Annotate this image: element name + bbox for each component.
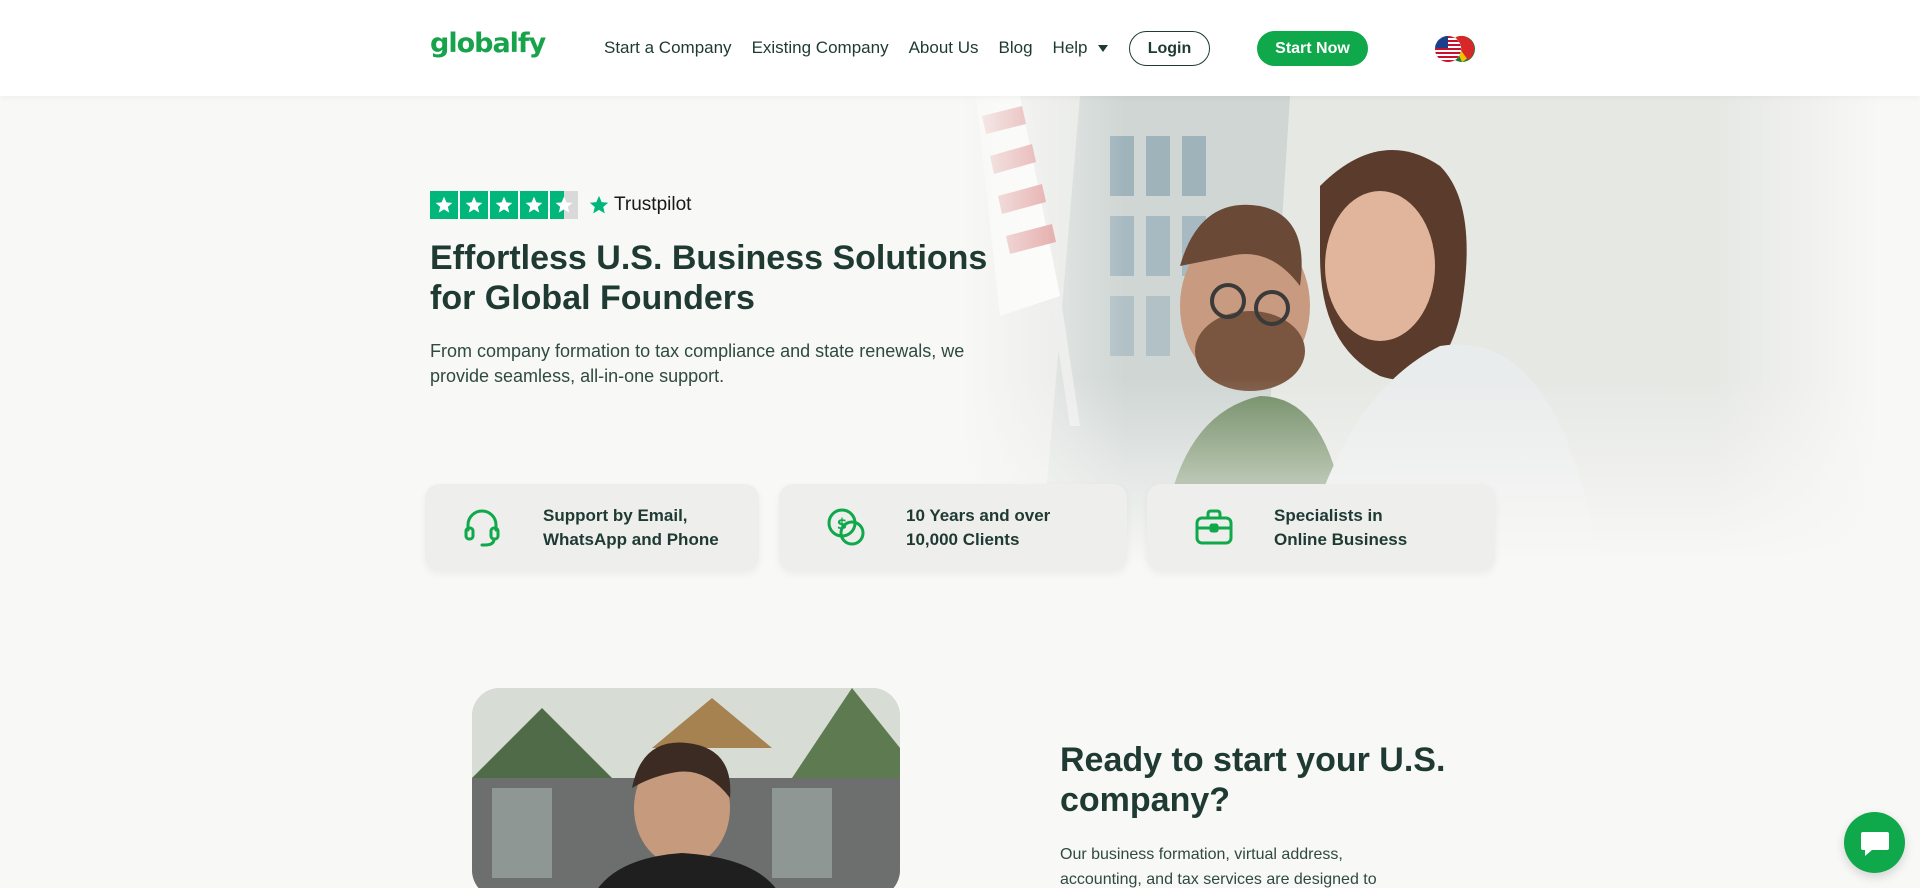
nav-existing-company[interactable]: Existing Company <box>752 38 889 58</box>
svg-text:$: $ <box>837 515 847 533</box>
founder-photo <box>472 688 900 888</box>
feature-text: 10 Years and over 10,000 Clients <box>906 504 1050 552</box>
feature-text: Support by Email, WhatsApp and Phone <box>543 504 719 552</box>
site-header: globalfy Start a Company Existing Compan… <box>0 0 1920 96</box>
star-icon <box>520 191 548 219</box>
coins-icon: $ <box>825 506 867 548</box>
feature-line: Support by Email, <box>543 506 688 525</box>
feature-line: 10,000 Clients <box>906 530 1020 549</box>
trustpilot-logo: Trustpilot <box>588 194 691 216</box>
feature-line: WhatsApp and Phone <box>543 530 719 549</box>
chat-button[interactable] <box>1844 812 1905 873</box>
nav-start-company[interactable]: Start a Company <box>604 38 732 58</box>
feature-card-experience: $ 10 Years and over 10,000 Clients <box>779 484 1127 571</box>
flags-icon[interactable] <box>1428 32 1478 64</box>
feature-text: Specialists in Online Business <box>1274 504 1407 552</box>
nav-help-label: Help <box>1052 38 1088 57</box>
trustpilot-star-icon <box>589 195 609 214</box>
rating-stars <box>430 191 578 219</box>
feature-card-specialists: Specialists in Online Business <box>1147 484 1495 571</box>
ready-text: Our business formation, virtual address,… <box>1060 846 1377 888</box>
trustpilot-label: Trustpilot <box>614 194 692 215</box>
feature-line: Online Business <box>1274 530 1408 549</box>
half-star-icon <box>550 191 578 219</box>
headset-icon <box>461 506 503 548</box>
nav-help-dropdown[interactable]: Help <box>1053 38 1108 58</box>
feature-line: Specialists in <box>1274 506 1383 525</box>
hero-title: Effortless U.S. Business Solutions for G… <box>430 239 988 317</box>
briefcase-icon <box>1193 506 1235 548</box>
star-icon <box>430 191 458 219</box>
feature-line: 10 Years and over <box>906 506 1051 525</box>
star-icon <box>490 191 518 219</box>
login-button[interactable]: Login <box>1129 31 1210 66</box>
star-icon <box>460 191 488 219</box>
hero-subtitle: From company formation to tax compliance… <box>430 341 965 386</box>
trustpilot-rating[interactable]: Trustpilot <box>430 191 691 219</box>
main-nav: Start a Company Existing Company About U… <box>604 38 1108 58</box>
feature-card-support: Support by Email, WhatsApp and Phone <box>425 484 759 571</box>
start-now-button[interactable]: Start Now <box>1257 31 1368 66</box>
ready-title: Ready to start your U.S. company? <box>1060 741 1446 819</box>
chevron-down-icon <box>1097 44 1108 52</box>
globalfy-logo[interactable]: globalfy <box>430 28 546 59</box>
chat-bubble-icon <box>1860 831 1889 856</box>
nav-blog[interactable]: Blog <box>999 38 1033 58</box>
nav-about-us[interactable]: About Us <box>909 38 979 58</box>
